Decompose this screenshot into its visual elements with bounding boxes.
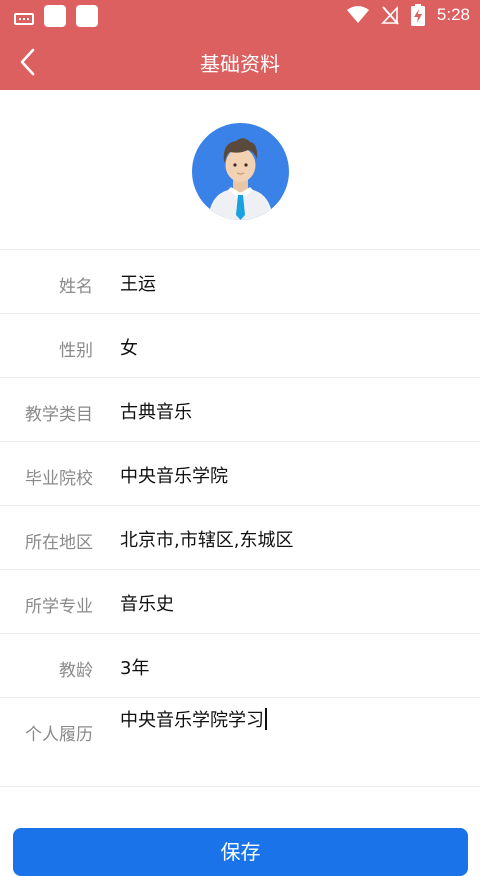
form-row-teaching-category[interactable]: 教学类目 古典音乐 bbox=[0, 377, 480, 441]
avatar[interactable] bbox=[192, 123, 289, 220]
form-row-graduated-school[interactable]: 毕业院校 中央音乐学院 bbox=[0, 441, 480, 505]
text-cursor bbox=[265, 708, 267, 730]
save-button[interactable]: 保存 bbox=[13, 828, 468, 876]
no-signal-icon bbox=[381, 5, 399, 25]
status-time: 5:28 bbox=[436, 5, 470, 24]
field-label: 性别 bbox=[59, 341, 93, 361]
wifi-icon bbox=[346, 6, 369, 23]
name-field[interactable]: 王运 bbox=[120, 270, 156, 296]
battery-charging-icon bbox=[410, 4, 425, 26]
field-label: 毕业院校 bbox=[25, 469, 93, 489]
profile-form: 姓名 王运 性别 女 教学类目 古典音乐 毕业院校 中央音乐学院 所在地区 北京… bbox=[0, 249, 480, 787]
status-left bbox=[14, 5, 98, 27]
keyboard-icon bbox=[14, 12, 34, 25]
page-title: 基础资料 bbox=[200, 52, 280, 76]
form-row-teaching-years[interactable]: 教龄 3年 bbox=[0, 633, 480, 697]
field-label: 姓名 bbox=[59, 277, 93, 297]
app-header: 基础资料 bbox=[0, 33, 480, 90]
teaching-category-field[interactable]: 古典音乐 bbox=[120, 398, 192, 424]
resume-textarea[interactable]: 中央音乐学院学习 bbox=[120, 706, 267, 732]
form-row-resume[interactable]: 个人履历 中央音乐学院学习 bbox=[0, 697, 480, 787]
field-label: 个人履历 bbox=[25, 725, 93, 745]
resume-text: 中央音乐学院学习 bbox=[120, 710, 264, 731]
graduated-school-field[interactable]: 中央音乐学院 bbox=[120, 462, 228, 488]
teaching-years-field[interactable]: 3年 bbox=[120, 654, 149, 680]
form-row-major[interactable]: 所学专业 音乐史 bbox=[0, 569, 480, 633]
form-row-gender[interactable]: 性别 女 bbox=[0, 313, 480, 377]
status-bar: 5:28 bbox=[0, 0, 480, 33]
major-field[interactable]: 音乐史 bbox=[120, 590, 174, 616]
form-row-name[interactable]: 姓名 王运 bbox=[0, 249, 480, 313]
status-right: 5:28 bbox=[346, 4, 470, 26]
app-icon bbox=[44, 5, 66, 27]
field-label: 教龄 bbox=[59, 661, 93, 681]
field-label: 教学类目 bbox=[25, 405, 93, 425]
user-avatar-icon bbox=[192, 123, 289, 220]
region-field[interactable]: 北京市,市辖区,东城区 bbox=[120, 526, 293, 552]
form-row-region[interactable]: 所在地区 北京市,市辖区,东城区 bbox=[0, 505, 480, 569]
gender-field[interactable]: 女 bbox=[120, 334, 138, 360]
field-label: 所在地区 bbox=[25, 533, 93, 553]
field-label: 所学专业 bbox=[25, 597, 93, 617]
app-icon bbox=[76, 5, 98, 27]
